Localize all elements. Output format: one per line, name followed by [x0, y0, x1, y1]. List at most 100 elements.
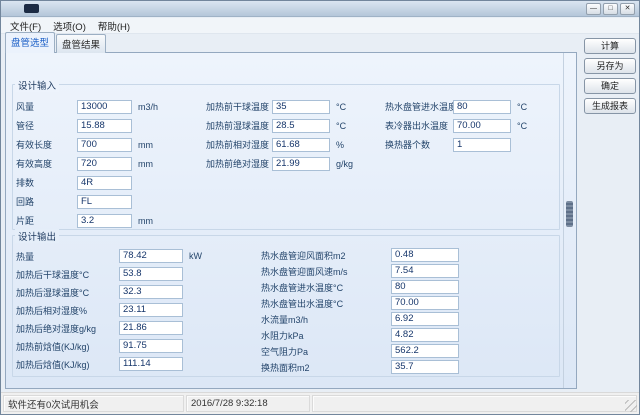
field-input[interactable]: 61.68: [272, 138, 330, 152]
scrollbar-thumb[interactable]: [566, 201, 573, 227]
field-label: 加热前干球温度: [206, 100, 272, 113]
circuit-field: 回路 FL: [16, 192, 158, 211]
field-input[interactable]: 80: [453, 100, 511, 114]
menu-options[interactable]: 选项(O): [47, 18, 92, 33]
field-label: 热水盘管进水温度: [385, 100, 453, 113]
design-input-col2: 加热前干球温度 35 °C 加热前湿球温度 28.5 °C 加热前相对湿度 61…: [206, 97, 353, 173]
tube-diameter-field: 管径 15.88: [16, 116, 158, 135]
status-datetime-section: 2016/7/28 9:32:18: [186, 395, 310, 412]
menu-help[interactable]: 帮助(H): [92, 18, 136, 33]
field-output[interactable]: 80: [391, 280, 459, 294]
field-unit: °C: [336, 121, 346, 131]
field-output[interactable]: 35.7: [391, 360, 459, 374]
confirm-button[interactable]: 确定: [584, 78, 636, 94]
field-label: 换热面积m2: [261, 361, 391, 374]
outlet-water-temp-field: 热水盘管出水温度°C 70.00: [261, 295, 465, 311]
row-count-field: 排数 4R: [16, 173, 158, 192]
field-label: 加热前焓值(KJ/kg): [16, 340, 119, 353]
field-output[interactable]: 6.92: [391, 312, 459, 326]
field-input[interactable]: 700: [77, 138, 132, 152]
field-label: 风量: [16, 100, 77, 113]
field-output[interactable]: 111.14: [119, 357, 183, 371]
field-label: 排数: [16, 176, 77, 189]
field-output[interactable]: 7.54: [391, 264, 459, 278]
field-label: 片距: [16, 214, 77, 227]
inlet-water-temp-field: 热水盘管进水温度°C 80: [261, 279, 465, 295]
fin-pitch-field: 片距 3.2 mm: [16, 211, 158, 230]
vertical-scrollbar[interactable]: [563, 53, 576, 388]
post-heating-wet-bulb-field: 加热后湿球温度°C 32.3: [16, 283, 202, 301]
menu-file[interactable]: 文件(F): [4, 18, 47, 33]
field-input[interactable]: 1: [453, 138, 511, 152]
close-button[interactable]: ✕: [620, 3, 635, 15]
field-output[interactable]: 53.8: [119, 267, 183, 281]
title-bar: — □ ✕: [1, 1, 639, 17]
field-unit: %: [336, 140, 344, 150]
field-label: 水流量m3/h: [261, 313, 391, 326]
field-input[interactable]: 15.88: [77, 119, 132, 133]
heat-exchange-area-field: 换热面积m2 35.7: [261, 359, 465, 375]
field-label: 加热前相对湿度: [206, 138, 272, 151]
field-label: 加热前湿球温度: [206, 119, 272, 132]
heat-capacity-field: 热量 78.42 kW: [16, 247, 202, 265]
field-input[interactable]: 3.2: [77, 214, 132, 228]
design-output-title: 设计输出: [15, 229, 59, 243]
field-label: 有效长度: [16, 138, 77, 151]
field-output[interactable]: 78.42: [119, 249, 183, 263]
field-input[interactable]: 35: [272, 100, 330, 114]
design-output-group: 设计输出 热量 78.42 kW 加热后干球温度°C 53.8: [12, 235, 560, 377]
field-output[interactable]: 4.82: [391, 328, 459, 342]
save-as-button[interactable]: 另存为: [584, 58, 636, 74]
effective-length-field: 有效长度 700 mm: [16, 135, 158, 154]
field-label: 水阻力kPa: [261, 329, 391, 342]
field-unit: mm: [138, 159, 153, 169]
tab-coil-selection[interactable]: 盘管选型: [5, 32, 55, 53]
field-input[interactable]: 13000: [77, 100, 132, 114]
design-input-group: 设计输入 风量 13000 m3/h 管径 15.88: [12, 84, 560, 230]
field-unit: mm: [138, 140, 153, 150]
generate-report-button[interactable]: 生成报表: [584, 98, 636, 114]
field-label: 回路: [16, 195, 77, 208]
field-output[interactable]: 32.3: [119, 285, 183, 299]
post-heating-dry-bulb-field: 加热后干球温度°C 53.8: [16, 265, 202, 283]
field-output[interactable]: 562.2: [391, 344, 459, 358]
heat-exchanger-count-field: 换热器个数 1: [385, 135, 527, 154]
pre-heating-enthalpy-field: 加热前焓值(KJ/kg) 91.75: [16, 337, 202, 355]
field-output[interactable]: 91.75: [119, 339, 183, 353]
field-label: 热水盘管迎风面积m2: [261, 249, 391, 262]
field-output[interactable]: 21.86: [119, 321, 183, 335]
pre-heating-relative-humidity-field: 加热前相对湿度 61.68 %: [206, 135, 353, 154]
field-label: 加热后干球温度°C: [16, 268, 119, 281]
field-input[interactable]: 70.00: [453, 119, 511, 133]
field-input[interactable]: 28.5: [272, 119, 330, 133]
field-input[interactable]: 4R: [77, 176, 132, 190]
field-unit: °C: [336, 102, 346, 112]
design-output-col2: 热水盘管迎风面积m2 0.48 热水盘管迎面风速m/s 7.54 热水盘管进水温…: [261, 247, 465, 375]
field-output[interactable]: 23.11: [119, 303, 183, 317]
face-velocity-field: 热水盘管迎面风速m/s 7.54: [261, 263, 465, 279]
field-input[interactable]: 720: [77, 157, 132, 171]
field-input[interactable]: 21.99: [272, 157, 330, 171]
field-label: 换热器个数: [385, 138, 453, 151]
resize-grip[interactable]: [625, 400, 637, 412]
water-resistance-field: 水阻力kPa 4.82: [261, 327, 465, 343]
field-label: 加热后相对湿度%: [16, 304, 119, 317]
minimize-button[interactable]: —: [586, 3, 601, 15]
tab-label: 盘管选型: [11, 38, 49, 49]
maximize-button[interactable]: □: [603, 3, 618, 15]
field-label: 有效高度: [16, 157, 77, 170]
face-area-field: 热水盘管迎风面积m2 0.48: [261, 247, 465, 263]
side-button-label: 确定: [601, 81, 619, 91]
field-label: 热水盘管进水温度°C: [261, 281, 391, 294]
side-button-label: 生成报表: [592, 101, 628, 111]
pre-heating-dry-bulb-field: 加热前干球温度 35 °C: [206, 97, 353, 116]
field-output[interactable]: 70.00: [391, 296, 459, 310]
field-input[interactable]: FL: [77, 195, 132, 209]
side-button-panel: 计算 另存为 确定 生成报表: [581, 38, 639, 114]
field-label: 加热后绝对湿度g/kg: [16, 322, 119, 335]
field-output[interactable]: 0.48: [391, 248, 459, 262]
status-datetime: 2016/7/28 9:32:18: [191, 398, 268, 409]
calculate-button[interactable]: 计算: [584, 38, 636, 54]
field-label: 加热后焓值(KJ/kg): [16, 358, 119, 371]
tab-coil-result[interactable]: 盘管结果: [56, 34, 106, 53]
